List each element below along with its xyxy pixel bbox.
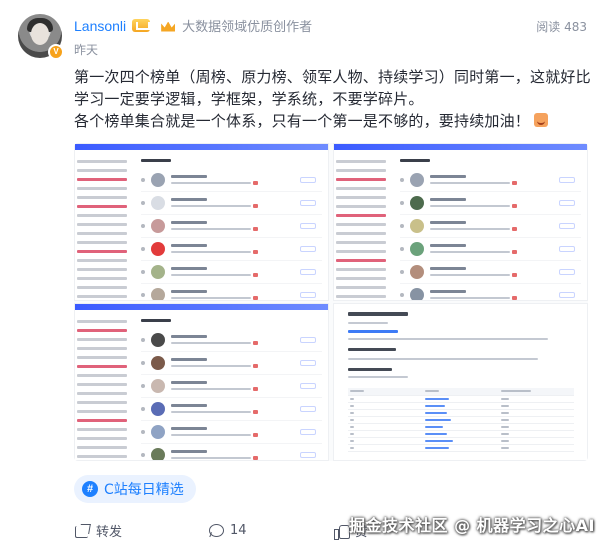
comment-button[interactable]: 14 [208, 523, 247, 539]
level-icon [132, 19, 151, 32]
author-row: Lansonli 大数据领域优质创作者 [74, 16, 313, 36]
screenshot-force-rank[interactable] [333, 143, 588, 301]
crown-icon [160, 19, 176, 33]
screenshot-leader-rank[interactable] [74, 303, 329, 461]
share-icon [74, 523, 90, 539]
screenshot-learning-list[interactable] [333, 303, 588, 461]
content-line-1: 第一次四个榜单（周榜、原力榜、领军人物、持续学习）同时第一，这就好比学习一定要学… [74, 68, 591, 108]
view-count: 阅读 483 [536, 20, 587, 34]
post-time: 昨天 [74, 43, 99, 57]
image-grid[interactable] [74, 143, 588, 461]
smile-emoji-icon [534, 113, 549, 127]
content-line-2: 各个榜单集合就是一个体系，只有一个第一是不够的，要持续加油！ [74, 110, 594, 132]
post-card: V Lansonli 大数据领域优质创作者 昨天 阅读 483 第一次四个榜单（… [0, 0, 613, 551]
hash-icon: # [82, 481, 98, 497]
watermark: 掘金技术社区 @ 机器学习之心AI [349, 516, 595, 535]
author-title: 大数据领域优质创作者 [182, 20, 313, 35]
content-line-2-text: 各个榜单集合就是一个体系，只有一个第一是不够的，要持续加油！ [74, 112, 531, 130]
topic-label: C站每日精选 [104, 482, 184, 498]
screenshot-weekly-rank[interactable] [74, 143, 329, 301]
share-label: 转发 [96, 525, 123, 540]
comment-icon [208, 523, 225, 539]
topic-tag[interactable]: # C站每日精选 [74, 475, 196, 503]
post-content: 第一次四个榜单（周榜、原力榜、领军人物、持续学习）同时第一，这就好比学习一定要学… [74, 66, 594, 132]
author-name[interactable]: Lansonli [74, 18, 126, 34]
share-button[interactable]: 转发 [74, 521, 122, 540]
comment-count: 14 [230, 523, 247, 538]
action-bar: 转发 14 赞 [74, 521, 368, 540]
like-icon [333, 523, 350, 540]
verified-badge-icon: V [48, 44, 64, 60]
